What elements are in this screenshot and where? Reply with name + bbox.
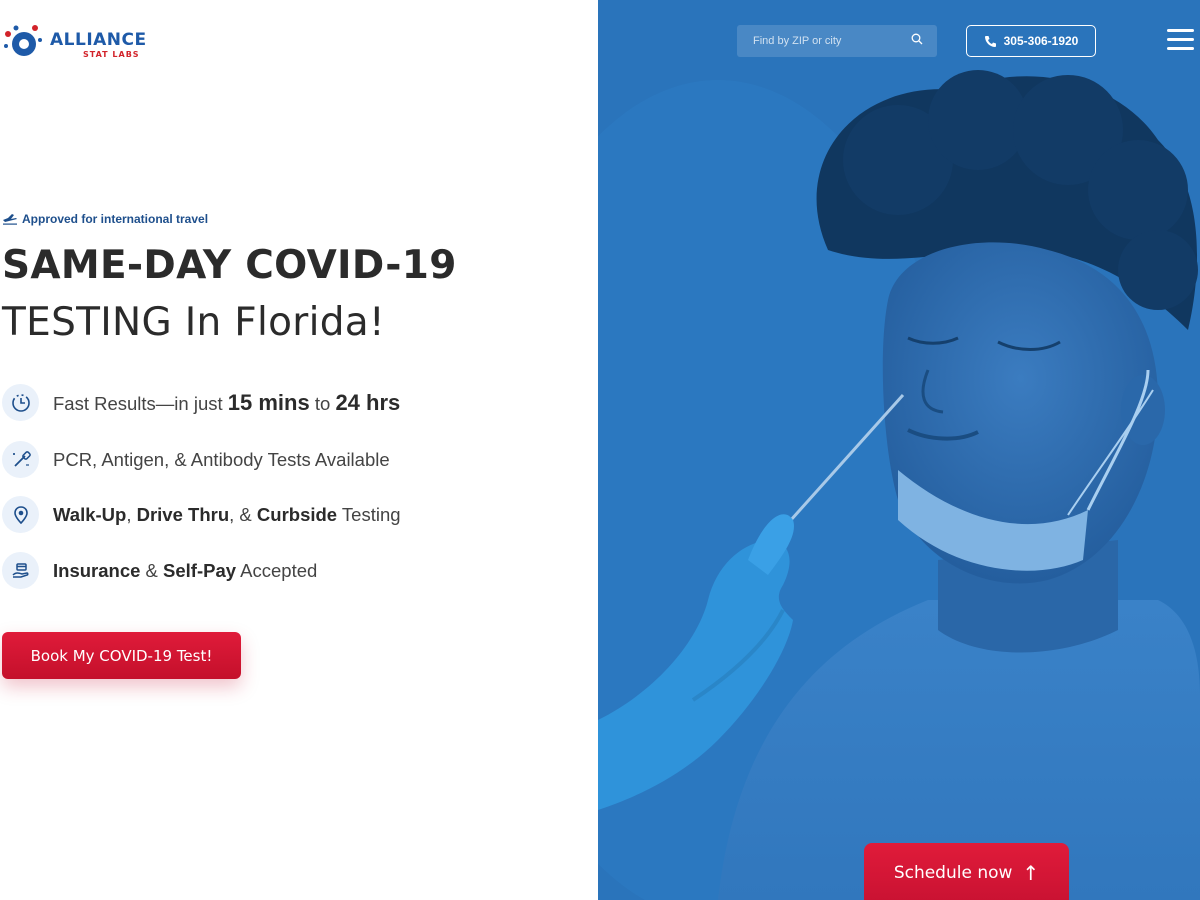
hand-card-icon xyxy=(2,552,39,589)
clock-icon xyxy=(2,384,39,421)
plane-takeoff-icon xyxy=(3,214,17,225)
logo-mark-icon xyxy=(2,20,44,62)
hero-image-panel: 305-306-1920 Schedule now ↑ xyxy=(598,0,1200,900)
logo-subtitle: STAT LABS xyxy=(83,50,140,59)
feature-testing-options-text: Walk-Up, Drive Thru, & Curbside Testing xyxy=(53,503,401,525)
feature-payment: Insurance & Self-Pay Accepted xyxy=(2,552,317,589)
phone-icon xyxy=(984,35,996,47)
location-search[interactable] xyxy=(737,25,937,57)
schedule-now-label: Schedule now xyxy=(893,863,1013,883)
hamburger-menu-icon[interactable] xyxy=(1167,29,1194,53)
page-title-line2: TESTING In Florida! xyxy=(2,300,385,345)
left-panel: ALLIANCE STAT LABS Approved for internat… xyxy=(0,0,598,900)
feature-tests-available: PCR, Antigen, & Antibody Tests Available xyxy=(2,441,390,478)
feature-payment-text: Insurance & Self-Pay Accepted xyxy=(53,559,318,581)
phone-number: 305-306-1920 xyxy=(1003,34,1079,48)
book-test-button[interactable]: Book My COVID-19 Test! xyxy=(2,632,241,679)
location-pin-icon xyxy=(2,496,39,533)
logo-name: ALLIANCE xyxy=(50,30,147,50)
feature-fast-results: Fast Results—in just 15 mins to 24 hrs xyxy=(2,384,400,421)
hero-photo xyxy=(598,0,1200,900)
feature-fast-results-text: Fast Results—in just 15 mins to 24 hrs xyxy=(53,389,401,415)
travel-approved-badge: Approved for international travel xyxy=(2,212,208,226)
location-search-input[interactable] xyxy=(751,34,901,48)
phone-button[interactable]: 305-306-1920 xyxy=(966,25,1096,57)
schedule-now-button[interactable]: Schedule now ↑ xyxy=(864,843,1069,900)
page-title-line1: SAME-DAY COVID-19 xyxy=(2,243,457,288)
feature-tests-available-text: PCR, Antigen, & Antibody Tests Available xyxy=(53,448,390,470)
swab-icon xyxy=(2,441,39,478)
logo[interactable]: ALLIANCE STAT LABS xyxy=(2,20,147,62)
search-icon[interactable] xyxy=(911,32,923,50)
feature-testing-options: Walk-Up, Drive Thru, & Curbside Testing xyxy=(2,496,401,533)
travel-approved-text: Approved for international travel xyxy=(22,212,209,226)
arrow-up-icon: ↑ xyxy=(1022,861,1040,885)
